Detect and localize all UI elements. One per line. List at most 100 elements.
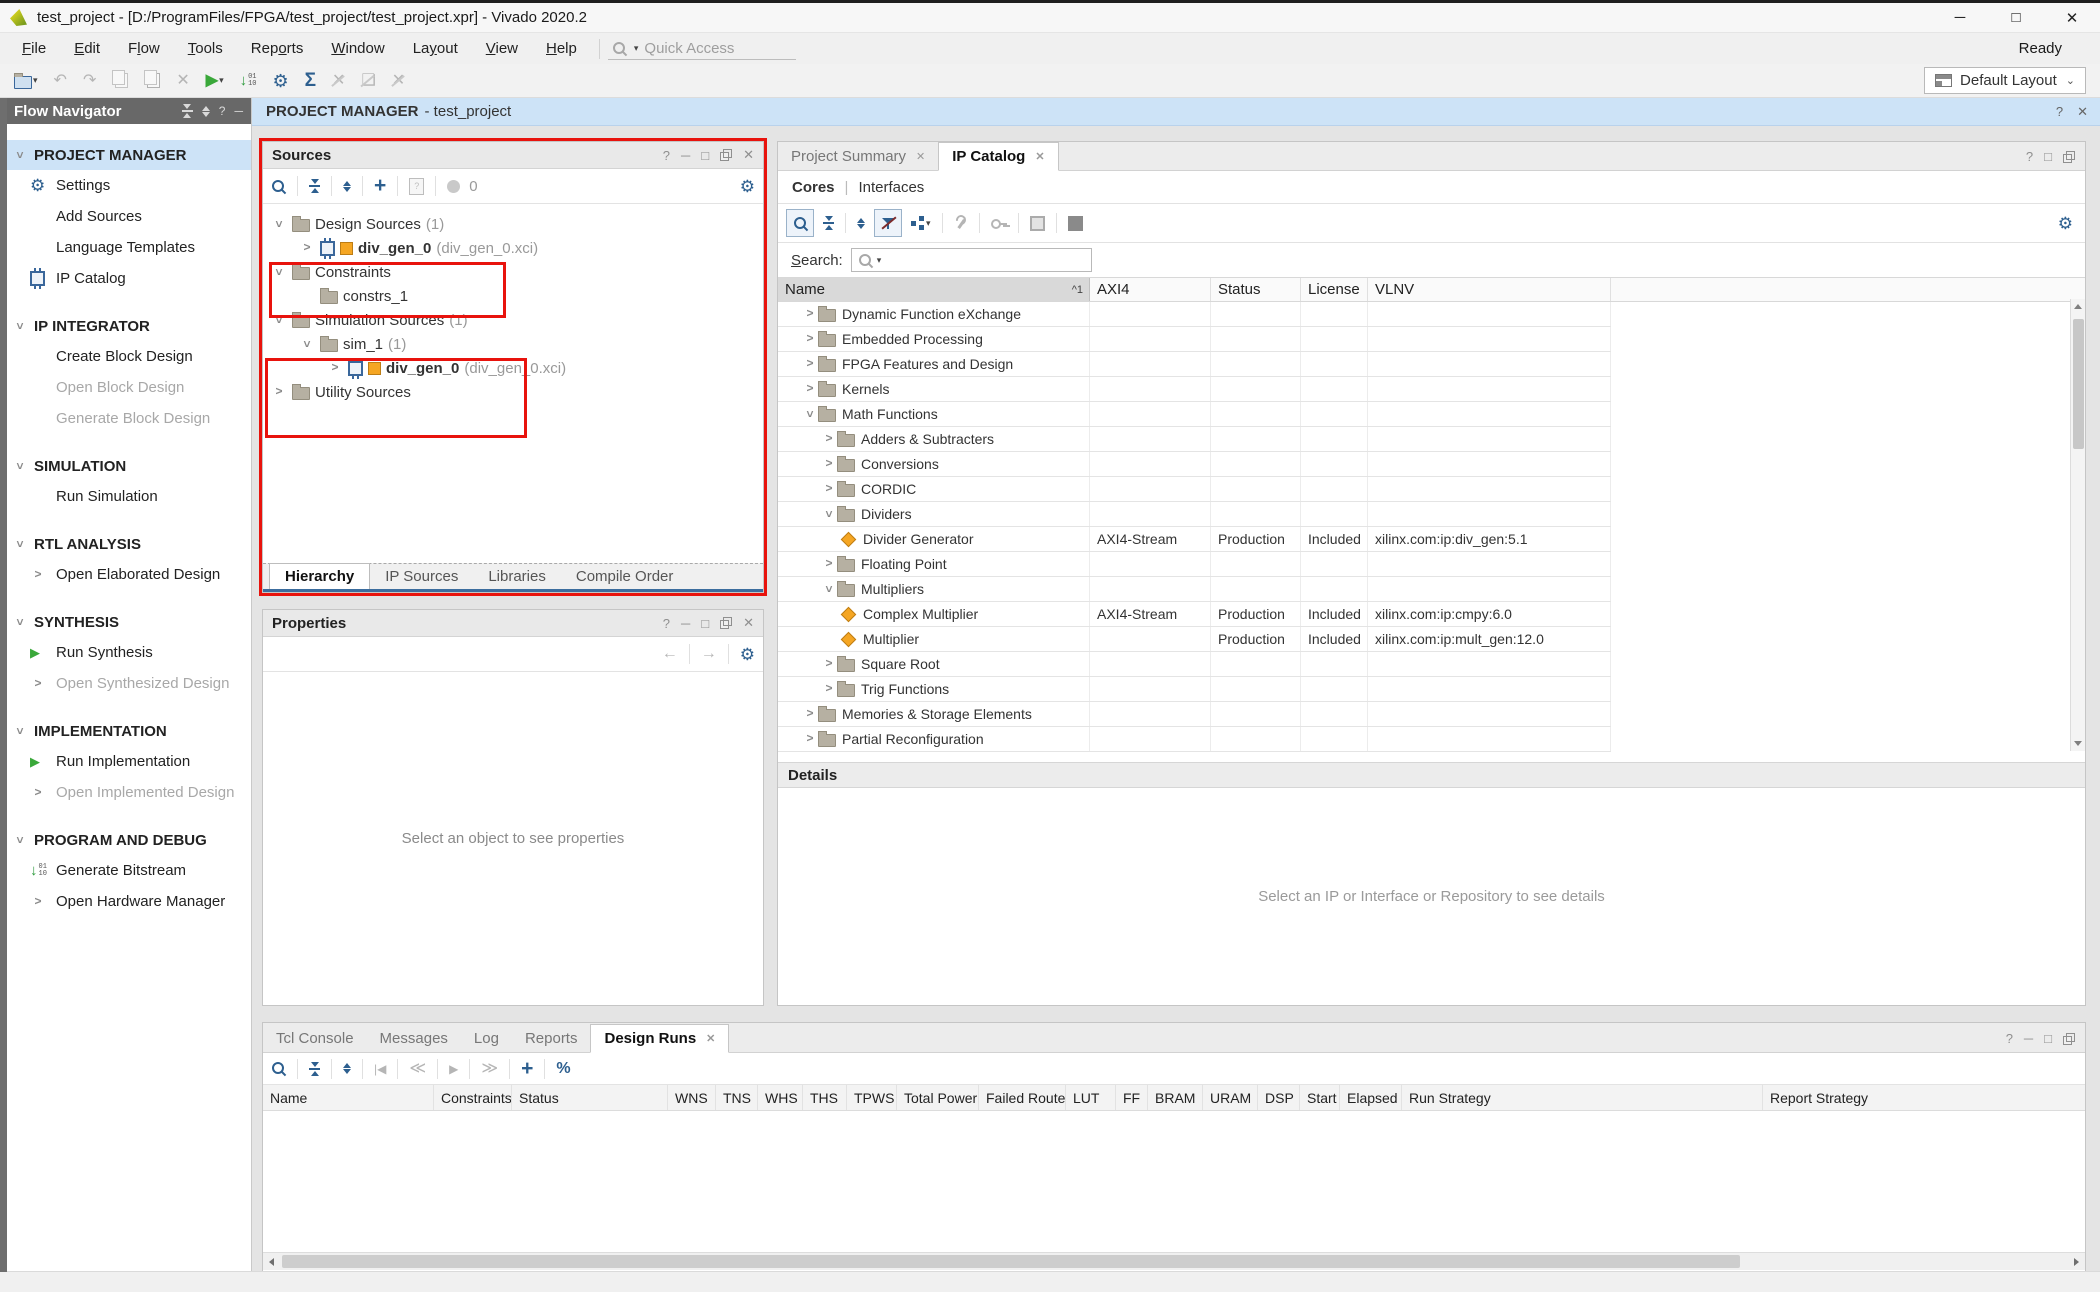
ip-row-partial-reconfiguration[interactable]: >Partial Reconfiguration — [778, 727, 1611, 752]
expand-all-icon[interactable] — [857, 218, 865, 229]
maximize-panel-icon[interactable]: □ — [2044, 1031, 2052, 1046]
column-header-elapsed[interactable]: Elapsed — [1340, 1085, 1402, 1110]
flow-section-ip-integrator[interactable]: >IP INTEGRATOR — [0, 311, 251, 341]
minimize-panel-icon[interactable]: ─ — [681, 148, 690, 163]
source-row-simulation-sources[interactable]: >Simulation Sources(1) — [263, 308, 763, 332]
tree-chevron-icon[interactable]: > — [299, 240, 315, 254]
tab-ip-sources[interactable]: IP Sources — [370, 564, 473, 589]
minimize-panel-icon[interactable]: ─ — [681, 616, 690, 631]
column-header-uram[interactable]: URAM — [1203, 1085, 1258, 1110]
flow-section-program-and-debug[interactable]: >PROGRAM AND DEBUG — [0, 825, 251, 855]
tree-chevron-icon[interactable]: > — [30, 894, 46, 908]
redo-icon[interactable]: ↷ — [83, 73, 96, 89]
ip-row-square-root[interactable]: >Square Root — [778, 652, 1611, 677]
tree-chevron-icon[interactable]: > — [30, 785, 46, 799]
section-chevron-icon[interactable]: > — [13, 458, 27, 474]
search-icon[interactable] — [271, 1061, 286, 1076]
tree-chevron-icon[interactable]: > — [822, 506, 836, 522]
ip-row-dynamic-function-exchange[interactable]: >Dynamic Function eXchange — [778, 302, 1611, 327]
column-header-whs[interactable]: WHS — [758, 1085, 803, 1110]
flownav-item-language-templates[interactable]: Language Templates — [0, 232, 251, 263]
search-icon[interactable] — [271, 179, 286, 194]
section-chevron-icon[interactable]: > — [13, 614, 27, 630]
scroll-up-icon[interactable] — [2071, 299, 2086, 314]
ip-row-multipliers[interactable]: >Multipliers — [778, 577, 1611, 602]
minimize-panel-icon[interactable]: ─ — [234, 104, 243, 118]
ip-row-cordic[interactable]: >CORDIC — [778, 477, 1611, 502]
maximize-window-button[interactable]: □ — [1988, 3, 2044, 32]
delete-icon[interactable]: ✕ — [176, 73, 189, 89]
ip-row-floating-point[interactable]: >Floating Point — [778, 552, 1611, 577]
close-context-icon[interactable]: ✕ — [2077, 104, 2088, 120]
flownav-item-settings[interactable]: ⚙Settings — [0, 170, 251, 201]
source-row-sim_1[interactable]: >sim_1(1) — [263, 332, 763, 356]
tree-chevron-icon[interactable]: > — [30, 676, 46, 690]
ip-row-complex-multiplier[interactable]: Complex MultiplierAXI4-StreamProductionI… — [778, 602, 1611, 627]
help-icon[interactable]: ? — [2056, 104, 2063, 120]
tree-chevron-icon[interactable]: > — [30, 567, 46, 581]
scrollbar-thumb[interactable] — [2073, 319, 2084, 449]
close-tab-icon[interactable]: ✕ — [1035, 150, 1044, 163]
ip-search-input[interactable]: ▾ — [851, 248, 1092, 272]
scroll-right-icon[interactable] — [2068, 1253, 2085, 1270]
collapse-all-icon[interactable] — [182, 104, 193, 118]
ip-row-embedded-processing[interactable]: >Embedded Processing — [778, 327, 1611, 352]
group-by-icon[interactable]: ▾ — [911, 216, 931, 230]
section-chevron-icon[interactable]: > — [13, 147, 27, 163]
flownav-item-add-sources[interactable]: Add Sources — [0, 201, 251, 232]
menu-tools[interactable]: Tools — [174, 40, 237, 57]
add-sources-icon[interactable]: + — [374, 179, 386, 193]
float-panel-icon[interactable] — [2063, 1033, 2075, 1045]
tree-chevron-icon[interactable]: > — [821, 456, 837, 470]
tree-chevron-icon[interactable]: > — [272, 216, 286, 232]
close-window-button[interactable]: ✕ — [2044, 3, 2100, 32]
flownav-item-generate-bitstream[interactable]: ↓0110Generate Bitstream — [0, 855, 251, 886]
tree-chevron-icon[interactable]: > — [821, 681, 837, 695]
tree-chevron-icon[interactable]: > — [272, 264, 286, 280]
scroll-down-icon[interactable] — [2071, 736, 2086, 751]
ip-row-multiplier[interactable]: MultiplierProductionIncludedxilinx.com:i… — [778, 627, 1611, 652]
column-header-name[interactable]: Name^1 — [778, 278, 1090, 301]
minimize-window-button[interactable]: ─ — [1932, 3, 1988, 32]
column-header-total-power[interactable]: Total Power — [897, 1085, 979, 1110]
menu-flow[interactable]: Flow — [114, 40, 174, 57]
tree-chevron-icon[interactable]: > — [327, 360, 343, 374]
copy-icon[interactable] — [115, 73, 128, 88]
column-header-report-strategy[interactable]: Report Strategy — [1763, 1085, 2085, 1110]
close-panel-icon[interactable]: ✕ — [743, 615, 754, 631]
report-utilization-sigma-icon[interactable]: Σ — [305, 71, 316, 90]
help-icon[interactable]: ? — [2026, 149, 2033, 164]
tab-compile-order[interactable]: Compile Order — [561, 564, 689, 589]
flownav-item-ip-catalog[interactable]: IP Catalog — [0, 263, 251, 294]
settings-gear-icon[interactable]: ⚙ — [2058, 215, 2073, 232]
tree-chevron-icon[interactable]: > — [821, 556, 837, 570]
source-row-div_gen_0[interactable]: >div_gen_0(div_gen_0.xci) — [263, 236, 763, 260]
ip-row-fpga-features-and-design[interactable]: >FPGA Features and Design — [778, 352, 1611, 377]
paste-icon[interactable] — [147, 73, 160, 88]
filter-disabled-button[interactable] — [874, 209, 902, 237]
collapse-all-icon[interactable] — [309, 179, 320, 193]
menu-layout[interactable]: Layout — [399, 40, 472, 57]
flow-section-rtl-analysis[interactable]: >RTL ANALYSIS — [0, 529, 251, 559]
section-chevron-icon[interactable]: > — [13, 832, 27, 848]
tab-libraries[interactable]: Libraries — [473, 564, 561, 589]
tree-chevron-icon[interactable]: > — [802, 381, 818, 395]
tree-chevron-icon[interactable]: > — [271, 384, 287, 398]
flow-section-simulation[interactable]: >SIMULATION — [0, 451, 251, 481]
collapse-all-icon[interactable] — [309, 1062, 320, 1076]
flow-section-project-manager[interactable]: >PROJECT MANAGER — [0, 140, 251, 170]
run-icon[interactable]: ▶▾ — [206, 73, 224, 89]
column-header-run-strategy[interactable]: Run Strategy — [1402, 1085, 1763, 1110]
settings-gear-icon[interactable]: ⚙ — [740, 178, 755, 195]
quick-access-search[interactable]: ▾ Quick Access — [608, 37, 796, 60]
tree-chevron-icon[interactable]: > — [802, 306, 818, 320]
column-header-ths[interactable]: THS — [803, 1085, 847, 1110]
column-header-vlnv[interactable]: VLNV — [1368, 278, 1611, 301]
tab-design-runs[interactable]: Design Runs✕ — [590, 1024, 729, 1053]
flow-section-implementation[interactable]: >IMPLEMENTATION — [0, 716, 251, 746]
column-header-bram[interactable]: BRAM — [1148, 1085, 1203, 1110]
column-header-status[interactable]: Status — [512, 1085, 668, 1110]
horizontal-scrollbar[interactable] — [263, 1252, 2085, 1270]
float-panel-icon[interactable] — [2063, 151, 2075, 163]
expand-all-icon[interactable] — [202, 106, 210, 117]
